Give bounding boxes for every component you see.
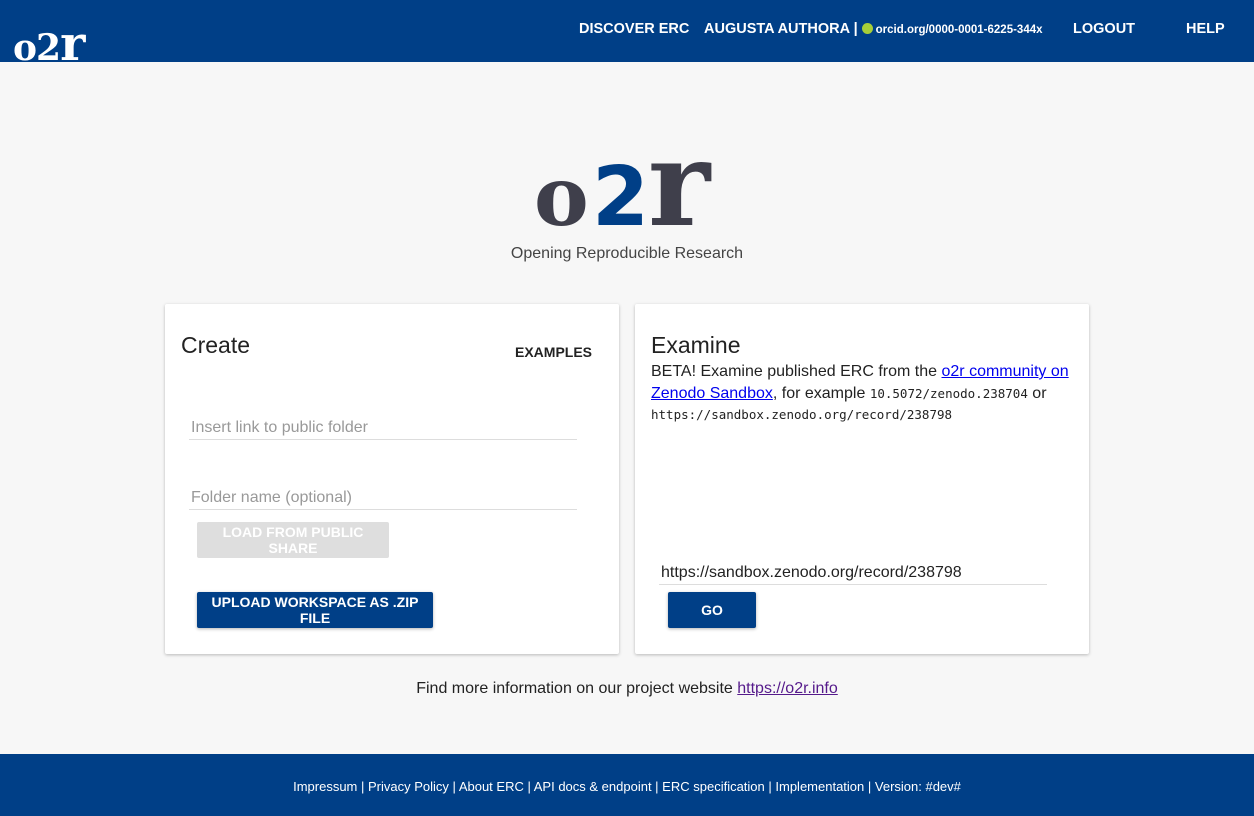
footer-version: Version: #dev#: [874, 779, 961, 794]
footer-erc-spec-link[interactable]: ERC specification: [662, 779, 765, 794]
o2r-hero-logo: o 2 r: [534, 125, 712, 230]
footer-about-erc-link[interactable]: About ERC: [459, 779, 524, 794]
hero-logo-2: 2: [592, 150, 649, 230]
hero-logo-o: o: [534, 149, 589, 230]
orcid-icon: [861, 23, 873, 34]
brand-logo-r: r: [60, 16, 86, 72]
nav-separator: |: [853, 21, 858, 37]
upload-zip-button[interactable]: UPLOAD WORKSPACE AS .ZIP FILE: [197, 592, 433, 628]
brand-logo[interactable]: o2r: [13, 6, 85, 72]
footer-separator: |: [651, 779, 663, 794]
example-doi: 10.5072/zenodo.238704: [869, 385, 1028, 401]
footer-separator: |: [523, 779, 534, 794]
create-card: Create EXAMPLES LOAD FROM PUBLIC SHARE U…: [165, 304, 619, 654]
footer-separator: |: [764, 779, 776, 794]
footer-links: Impressum | Privacy Policy | About ERC |…: [0, 779, 1254, 794]
example-url: https://sandbox.zenodo.org/record/238798: [651, 407, 953, 422]
footer-privacy-link[interactable]: Privacy Policy: [368, 779, 449, 794]
examine-text-before: BETA! Examine published ERC from the: [651, 363, 942, 380]
nav-logout[interactable]: LOGOUT: [1073, 21, 1135, 37]
project-website-link[interactable]: https://o2r.info: [737, 680, 838, 697]
footer-separator: |: [357, 779, 368, 794]
examine-card: Examine BETA! Examine published ERC from…: [635, 304, 1089, 654]
folder-name-input[interactable]: [189, 487, 577, 510]
footer-separator: |: [864, 779, 875, 794]
orcid-link[interactable]: orcid.org/0000-0001-6225-344x: [876, 24, 1043, 36]
project-info: Find more information on our project web…: [0, 680, 1254, 698]
examine-description: BETA! Examine published ERC from the o2r…: [651, 361, 1071, 426]
footer-impressum-link[interactable]: Impressum: [293, 779, 357, 794]
nav-help[interactable]: HELP: [1186, 21, 1225, 37]
brand-logo-o2: o2: [13, 27, 61, 69]
footer-separator: |: [448, 779, 459, 794]
footer-implementation-link[interactable]: Implementation: [775, 779, 864, 794]
create-title: Create: [181, 332, 251, 358]
nav-user-profile[interactable]: AUGUSTA AUTHORA | orcid.org/0000-0001-62…: [704, 21, 1043, 37]
examine-text-mid: , for example: [772, 384, 870, 402]
top-navbar: o2r DISCOVER ERC AUGUSTA AUTHORA | orcid…: [0, 0, 1254, 72]
examine-text-or: or: [1027, 384, 1047, 402]
footer-api-docs-link[interactable]: API docs & endpoint: [534, 779, 652, 794]
hero-logo-r: r: [648, 125, 712, 230]
project-info-text: Find more information on our project web…: [416, 680, 738, 697]
footer: Impressum | Privacy Policy | About ERC |…: [0, 754, 1254, 816]
erc-url-input[interactable]: [659, 562, 1047, 585]
go-button[interactable]: GO: [668, 592, 756, 628]
public-folder-link-input[interactable]: [189, 417, 577, 440]
tagline: Opening Reproducible Research: [510, 245, 744, 262]
user-name: AUGUSTA AUTHORA: [704, 21, 850, 37]
nav-discover-erc[interactable]: DISCOVER ERC: [579, 21, 689, 37]
load-from-public-share-button[interactable]: LOAD FROM PUBLIC SHARE: [197, 522, 389, 558]
examine-title: Examine: [651, 332, 741, 358]
examples-button[interactable]: EXAMPLES: [515, 344, 592, 360]
